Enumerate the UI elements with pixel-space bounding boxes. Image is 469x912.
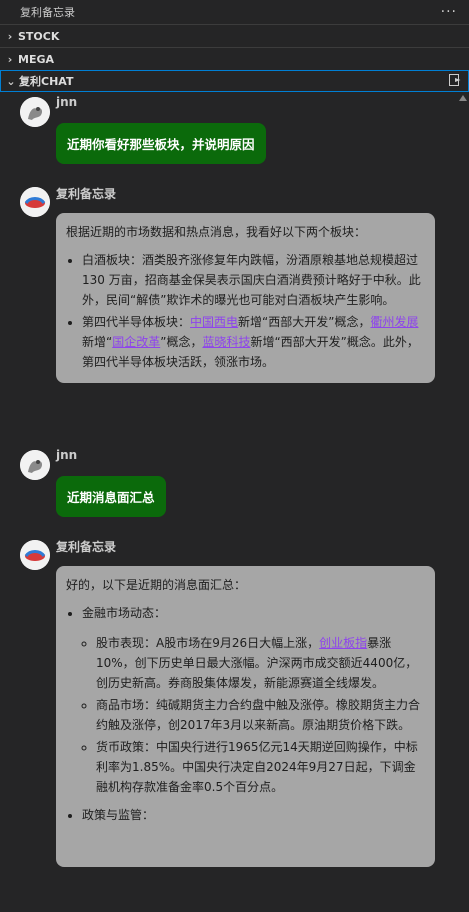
list-item: 政策与监管： xyxy=(82,805,425,825)
list-item: 白酒板块：酒类股齐涨修复年内跌幅，汾酒原粮基地总规模超过 130 万亩，招商基金… xyxy=(82,250,425,310)
list-item: 第四代半导体板块：中国西电新增“西部大开发”概念，衢州发展新增“国企改革”概念，… xyxy=(82,312,425,372)
item-text: 新增“西部大开发”概念， xyxy=(238,315,371,329)
section-label: MEGA xyxy=(18,52,55,66)
user-message-bubble: 近期你看好那些板块，并说明原因 xyxy=(56,123,266,164)
view-title: 复利备忘录 xyxy=(20,6,75,19)
sub-list-item: 货币政策：中国央行进行1965亿元14天期逆回购操作，中标利率为1.85%。中国… xyxy=(96,737,425,797)
stock-link[interactable]: 中国西电 xyxy=(190,315,238,329)
item-text: 新增“ xyxy=(82,335,113,349)
item-text: 第四代半导体板块： xyxy=(82,315,191,329)
bot-message-bubble: 好的，以下是近期的消息面汇总： 金融市场动态： 股市表现：A股市场在9月26日大… xyxy=(56,566,435,867)
chat-panel: jnn 近期你看好那些板块，并说明原因 复利备忘录 根据近期的市场数据和热点消息… xyxy=(0,95,469,912)
chat-message-user: jnn 近期消息面汇总 xyxy=(20,448,435,517)
open-editor-icon[interactable] xyxy=(448,73,462,90)
item-text: ”概念， xyxy=(160,335,203,349)
sub-list-item: 商品市场：纯碱期货主力合约盘中触及涨停。橡胶期货主力合约触及涨停，创2017年3… xyxy=(96,695,425,735)
list-item: 金融市场动态： 股市表现：A股市场在9月26日大幅上涨，创业板指暴涨10%，创下… xyxy=(82,603,425,797)
section-label: STOCK xyxy=(18,29,60,43)
sub-list-item: 股市表现：A股市场在9月26日大幅上涨，创业板指暴涨10%，创下历史单日最大涨幅… xyxy=(96,633,425,693)
sub-list: 股市表现：A股市场在9月26日大幅上涨，创业板指暴涨10%，创下历史单日最大涨幅… xyxy=(82,633,425,797)
stock-link[interactable]: 蓝晓科技 xyxy=(202,335,250,349)
summary-list: 金融市场动态： 股市表现：A股市场在9月26日大幅上涨，创业板指暴涨10%，创下… xyxy=(66,603,425,825)
bot-avatar xyxy=(20,187,50,217)
section-mega[interactable]: › MEGA xyxy=(0,47,469,70)
message-intro: 根据近期的市场数据和热点消息，我看好以下两个板块： xyxy=(66,225,367,239)
chevron-down-icon: ⌄ xyxy=(6,74,16,88)
group-heading: 政策与监管： xyxy=(82,808,155,822)
section-label: 复利CHAT xyxy=(19,75,74,88)
item-text: 股市表现：A股市场在9月26日大幅上涨， xyxy=(96,636,320,650)
chat-message-bot: 复利备忘录 好的，以下是近期的消息面汇总： 金融市场动态： 股市表现：A股市场在… xyxy=(20,540,435,867)
chevron-right-icon: › xyxy=(7,52,13,66)
view-titlebar: 复利备忘录 ··· xyxy=(0,0,469,24)
user-message-bubble: 近期消息面汇总 xyxy=(56,476,166,517)
user-avatar xyxy=(20,97,50,127)
chat-message-user: jnn 近期你看好那些板块，并说明原因 xyxy=(20,95,435,164)
bot-avatar xyxy=(20,540,50,570)
group-heading: 金融市场动态： xyxy=(82,606,167,620)
chat-message-bot: 复利备忘录 根据近期的市场数据和热点消息，我看好以下两个板块： 白酒板块：酒类股… xyxy=(20,187,435,383)
chevron-right-icon: › xyxy=(7,29,13,43)
section-chat[interactable]: ⌄ 复利CHAT xyxy=(0,70,469,92)
message-author: jnn xyxy=(56,95,78,109)
more-actions-icon[interactable]: ··· xyxy=(441,4,457,20)
stock-link[interactable]: 衢州发展 xyxy=(370,315,418,329)
message-intro: 好的，以下是近期的消息面汇总： xyxy=(66,578,247,592)
answer-list: 白酒板块：酒类股齐涨修复年内跌幅，汾酒原粮基地总规模超过 130 万亩，招商基金… xyxy=(66,250,425,372)
user-avatar xyxy=(20,450,50,480)
message-author: 复利备忘录 xyxy=(56,187,117,201)
message-author: 复利备忘录 xyxy=(56,540,117,554)
section-stock[interactable]: › STOCK xyxy=(0,24,469,47)
message-author: jnn xyxy=(56,448,78,462)
bot-message-bubble: 根据近期的市场数据和热点消息，我看好以下两个板块： 白酒板块：酒类股齐涨修复年内… xyxy=(56,213,435,383)
index-link[interactable]: 创业板指 xyxy=(319,636,367,650)
concept-link[interactable]: 国企改革 xyxy=(112,335,160,349)
